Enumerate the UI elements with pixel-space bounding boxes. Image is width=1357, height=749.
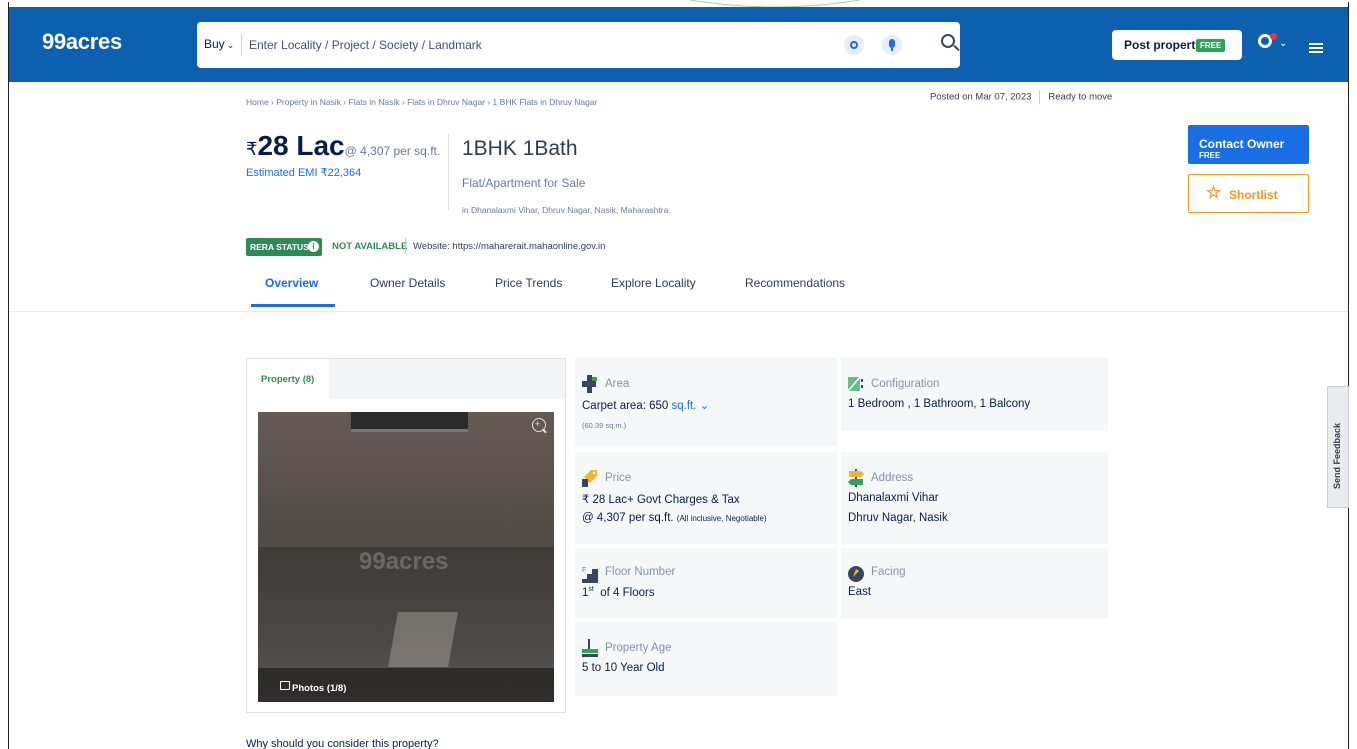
price-tag-icon	[582, 470, 597, 487]
gallery-tab-property[interactable]: Property (8)	[247, 359, 329, 400]
notification-dot	[1270, 33, 1277, 40]
area-label: Area	[605, 378, 630, 390]
buy-label: Buy	[204, 37, 225, 51]
chevron-down-icon: ⌄	[226, 40, 235, 50]
user-icon[interactable]	[1255, 33, 1277, 55]
mic-icon[interactable]	[882, 35, 902, 55]
star-icon: ☆	[1206, 183, 1222, 202]
rera-status-value: NOT AVAILABLE	[332, 241, 408, 252]
address-line-1: Dhanalaxmi Vihar	[848, 492, 939, 504]
tab-owner-details[interactable]: Owner Details	[370, 276, 445, 290]
possession-status: Ready to move	[1048, 91, 1113, 103]
rera-website: Website: https://maharerait.mahaonline.g…	[413, 241, 606, 252]
photo-watermark: 99acres	[359, 548, 449, 575]
floor-value: 1st of 4 Floors	[582, 586, 655, 599]
posted-date: Posted on Mar 07, 2023	[930, 91, 1032, 103]
free-badge: FREE	[1196, 39, 1226, 52]
post-property-label: Post property	[1124, 38, 1203, 52]
detail-area: Area Carpet area: 650 sq.ft. ⌄ (60.39 sq…	[575, 358, 837, 446]
send-feedback-label: Send Feedback	[1332, 422, 1342, 489]
property-location: in Dhanalaxmi Vihar, Dhruv Nagar, Nasik,…	[462, 205, 669, 215]
active-tab-indicator	[251, 304, 335, 307]
price-block: ₹28 Lac@ 4,307 per sq.ft.	[246, 130, 440, 162]
address-label: Address	[871, 472, 914, 484]
buy-dropdown[interactable]: Buy ⌄	[204, 37, 234, 51]
facing-label: Facing	[871, 566, 906, 578]
price-line: ₹ 28 Lac+ Govt Charges & Tax	[582, 494, 740, 506]
photo-count-bar[interactable]: Photos (1/8)	[258, 668, 554, 702]
tab-overview[interactable]: Overview	[265, 276, 318, 290]
send-feedback-tab[interactable]: Send Feedback	[1327, 386, 1349, 508]
tab-recommendations[interactable]: Recommendations	[745, 276, 845, 290]
info-icon[interactable]: i	[308, 241, 319, 252]
contact-owner-label: Contact Owner	[1199, 137, 1285, 151]
why-consider-heading: Why should you consider this property?	[246, 738, 439, 749]
contact-owner-button[interactable]: Contact Owner FREE	[1188, 125, 1309, 164]
address-line-2: Dhruv Nagar, Nasik	[848, 512, 948, 524]
compass-icon	[848, 566, 864, 582]
configuration-value: 1 Bedroom , 1 Bathroom, 1 Balcony	[848, 398, 1031, 410]
property-age-label: Property Age	[605, 642, 672, 654]
top-navigation-bar: 99acres Buy⌄ Post property FREE ⌄	[9, 7, 1348, 82]
area-value: Carpet area: 650 sq.ft. ⌄	[582, 400, 710, 412]
facing-value: East	[848, 586, 872, 598]
rera-badge-label: RERA STATUS	[250, 242, 309, 252]
search-bar: Buy ⌄	[197, 22, 960, 68]
bhk-title: 1BHK 1Bath	[462, 137, 578, 160]
gallery-tabs: Property (8)	[247, 359, 565, 400]
area-icon	[582, 375, 597, 393]
detail-facing: Facing East	[841, 548, 1108, 618]
floor-label: Floor Number	[605, 566, 676, 578]
chevron-down-icon[interactable]: ⌄	[1279, 38, 1287, 49]
price-value: 28 Lac	[257, 130, 345, 161]
detail-configuration: Configuration 1 Bedroom , 1 Bathroom, 1 …	[841, 358, 1108, 431]
property-photo[interactable]: 99acres + Photos (1/8)	[258, 412, 554, 702]
configuration-label: Configuration	[871, 378, 940, 390]
tab-price-trends[interactable]: Price Trends	[495, 276, 562, 290]
tabs-divider	[9, 311, 1348, 312]
post-property-button[interactable]: Post property FREE	[1112, 30, 1242, 60]
photos-count-label: Photos (1/8)	[292, 683, 347, 694]
photo-window	[351, 412, 468, 432]
property-type: Flat/Apartment for Sale	[462, 176, 586, 190]
property-gallery: Property (8) 99acres + Photos (1/8)	[246, 358, 566, 713]
rera-status-badge: RERA STATUS i	[246, 238, 322, 256]
tab-explore-locality[interactable]: Explore Locality	[611, 276, 696, 290]
estimated-emi-link[interactable]: Estimated EMI ₹22,364	[246, 166, 361, 179]
detail-price: Price ₹ 28 Lac+ Govt Charges & Tax @ 4,3…	[575, 452, 837, 544]
configuration-icon	[848, 376, 863, 392]
menu-icon[interactable]	[1309, 43, 1323, 53]
price-divider	[448, 134, 449, 210]
price-per-sqft-line: @ 4,307 per sq.ft. (All inclusive, Negot…	[582, 512, 767, 524]
area-sqm: (60.39 sq.m.)	[582, 421, 627, 430]
breadcrumb[interactable]: Home › Property in Nasik › Flats in Nasi…	[246, 97, 597, 107]
posted-info: Posted on Mar 07, 2023 Ready to move	[930, 90, 1112, 104]
building-age-icon	[582, 639, 598, 657]
floor-icon: F	[582, 567, 598, 583]
location-icon[interactable]	[844, 35, 864, 55]
search-icon[interactable]	[937, 32, 963, 58]
image-icon	[280, 681, 290, 690]
currency-symbol: ₹	[246, 139, 258, 159]
shortlist-button[interactable]: ☆ Shortlist	[1188, 174, 1309, 213]
price-label: Price	[605, 472, 632, 484]
unit-dropdown[interactable]: sq.ft. ⌄	[672, 400, 710, 412]
svg-text:F: F	[582, 567, 586, 574]
price-note: (All inclusive, Negotiable)	[676, 514, 767, 523]
price-per-sqft: @ 4,307 per sq.ft.	[344, 144, 441, 158]
zoom-icon[interactable]: +	[532, 418, 546, 432]
search-divider	[241, 34, 242, 56]
property-age-value: 5 to 10 Year Old	[582, 662, 665, 674]
detail-address: Address Dhanalaxmi Vihar Dhruv Nagar, Na…	[841, 452, 1108, 544]
shortlist-label: Shortlist	[1229, 188, 1278, 202]
rera-divider	[405, 238, 406, 254]
search-input[interactable]	[249, 34, 809, 56]
detail-floor: F Floor Number 1st of 4 Floors	[575, 548, 837, 618]
site-logo[interactable]: 99acres	[42, 29, 122, 55]
signpost-icon	[848, 469, 864, 487]
detail-property-age: Property Age 5 to 10 Year Old	[575, 622, 837, 696]
contact-free-label: FREE	[1199, 151, 1221, 160]
